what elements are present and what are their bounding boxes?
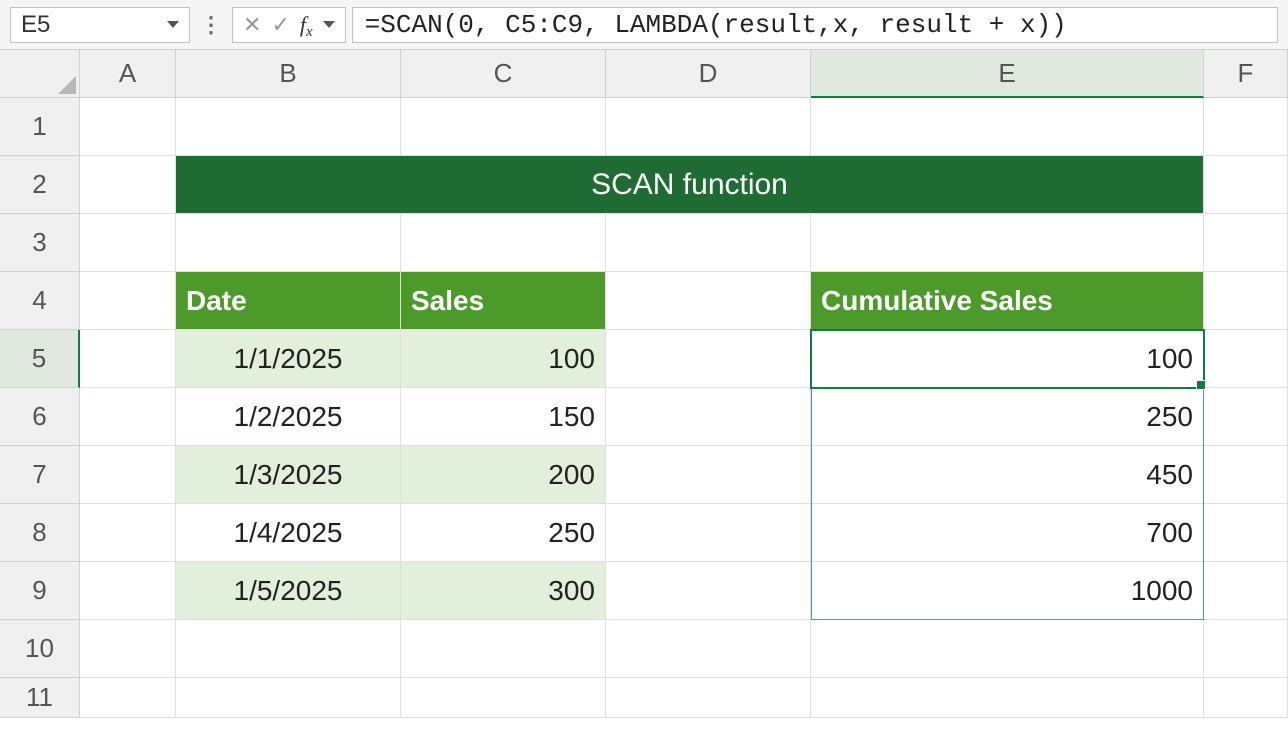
col-header-e[interactable]: E bbox=[811, 50, 1204, 98]
cell-b1[interactable] bbox=[176, 98, 401, 156]
header-cumulative[interactable]: Cumulative Sales bbox=[811, 272, 1204, 330]
cell-a5[interactable] bbox=[80, 330, 176, 388]
cell-a2[interactable] bbox=[80, 156, 176, 214]
formula-text: =SCAN(0, C5:C9, LAMBDA(result,x, result … bbox=[365, 10, 1067, 40]
cell-e9[interactable]: 1000 bbox=[811, 562, 1204, 620]
cell-a1[interactable] bbox=[80, 98, 176, 156]
cell-a6[interactable] bbox=[80, 388, 176, 446]
cell-d4[interactable] bbox=[606, 272, 811, 330]
cell-b3[interactable] bbox=[176, 214, 401, 272]
cell-a8[interactable] bbox=[80, 504, 176, 562]
cell-a3[interactable] bbox=[80, 214, 176, 272]
cell-b7[interactable]: 1/3/2025 bbox=[176, 446, 401, 504]
cell-f1[interactable] bbox=[1204, 98, 1288, 156]
cell-f3[interactable] bbox=[1204, 214, 1288, 272]
formula-bar: E5 ⋮ ✕ ✓ fx =SCAN(0, C5:C9, LAMBDA(resul… bbox=[0, 0, 1288, 50]
col-header-b[interactable]: B bbox=[176, 50, 401, 98]
header-date[interactable]: Date bbox=[176, 272, 401, 330]
cell-f7[interactable] bbox=[1204, 446, 1288, 504]
row-header-3[interactable]: 3 bbox=[0, 214, 80, 272]
cell-a7[interactable] bbox=[80, 446, 176, 504]
cell-a10[interactable] bbox=[80, 620, 176, 678]
row-header-8[interactable]: 8 bbox=[0, 504, 80, 562]
title-cell[interactable]: SCAN function bbox=[176, 156, 1204, 214]
spreadsheet-grid: A B C D E F 1 2 3 4 5 6 7 8 9 10 11 bbox=[0, 50, 1288, 728]
col-header-f[interactable]: F bbox=[1204, 50, 1288, 98]
cell-d5[interactable] bbox=[606, 330, 811, 388]
chevron-down-icon[interactable] bbox=[323, 21, 335, 28]
row-header-2[interactable]: 2 bbox=[0, 156, 80, 214]
formula-input[interactable]: =SCAN(0, C5:C9, LAMBDA(result,x, result … bbox=[352, 7, 1278, 43]
cell-b5[interactable]: 1/1/2025 bbox=[176, 330, 401, 388]
cancel-icon[interactable]: ✕ bbox=[243, 12, 261, 38]
row-header-9[interactable]: 9 bbox=[0, 562, 80, 620]
column-headers: A B C D E F bbox=[80, 50, 1288, 98]
cell-c9[interactable]: 300 bbox=[401, 562, 606, 620]
cell-reference: E5 bbox=[21, 11, 167, 39]
cell-d6[interactable] bbox=[606, 388, 811, 446]
cell-c1[interactable] bbox=[401, 98, 606, 156]
formula-controls: ✕ ✓ fx bbox=[232, 7, 346, 43]
fx-icon[interactable]: fx bbox=[300, 12, 313, 38]
cell-e3[interactable] bbox=[811, 214, 1204, 272]
cell-b8[interactable]: 1/4/2025 bbox=[176, 504, 401, 562]
row-header-11[interactable]: 11 bbox=[0, 678, 80, 718]
cell-c11[interactable] bbox=[401, 678, 606, 718]
cell-d10[interactable] bbox=[606, 620, 811, 678]
cell-e7[interactable]: 450 bbox=[811, 446, 1204, 504]
cell-d3[interactable] bbox=[606, 214, 811, 272]
row-header-1[interactable]: 1 bbox=[0, 98, 80, 156]
cell-e11[interactable] bbox=[811, 678, 1204, 718]
cell-f5[interactable] bbox=[1204, 330, 1288, 388]
row-header-7[interactable]: 7 bbox=[0, 446, 80, 504]
cell-d8[interactable] bbox=[606, 504, 811, 562]
cell-d11[interactable] bbox=[606, 678, 811, 718]
cell-c5[interactable]: 100 bbox=[401, 330, 606, 388]
cell-f9[interactable] bbox=[1204, 562, 1288, 620]
cell-c8[interactable]: 250 bbox=[401, 504, 606, 562]
cell-e8[interactable]: 700 bbox=[811, 504, 1204, 562]
cell-b6[interactable]: 1/2/2025 bbox=[176, 388, 401, 446]
row-header-10[interactable]: 10 bbox=[0, 620, 80, 678]
col-header-a[interactable]: A bbox=[80, 50, 176, 98]
cell-a4[interactable] bbox=[80, 272, 176, 330]
select-all-corner[interactable] bbox=[0, 50, 80, 98]
name-box[interactable]: E5 bbox=[10, 7, 190, 43]
header-sales[interactable]: Sales bbox=[401, 272, 606, 330]
cell-d7[interactable] bbox=[606, 446, 811, 504]
cell-c6[interactable]: 150 bbox=[401, 388, 606, 446]
cell-e10[interactable] bbox=[811, 620, 1204, 678]
cell-d9[interactable] bbox=[606, 562, 811, 620]
cell-b11[interactable] bbox=[176, 678, 401, 718]
chevron-down-icon[interactable] bbox=[167, 21, 179, 28]
accept-icon[interactable]: ✓ bbox=[271, 12, 289, 38]
cell-c3[interactable] bbox=[401, 214, 606, 272]
row-header-6[interactable]: 6 bbox=[0, 388, 80, 446]
col-header-d[interactable]: D bbox=[606, 50, 811, 98]
cell-c7[interactable]: 200 bbox=[401, 446, 606, 504]
col-header-c[interactable]: C bbox=[401, 50, 606, 98]
cell-f4[interactable] bbox=[1204, 272, 1288, 330]
cell-f10[interactable] bbox=[1204, 620, 1288, 678]
cell-e5[interactable]: 100 bbox=[811, 330, 1204, 388]
cell-f11[interactable] bbox=[1204, 678, 1288, 718]
cell-f8[interactable] bbox=[1204, 504, 1288, 562]
cell-c10[interactable] bbox=[401, 620, 606, 678]
cell-f6[interactable] bbox=[1204, 388, 1288, 446]
divider-icon: ⋮ bbox=[196, 12, 226, 38]
cell-e6[interactable]: 250 bbox=[811, 388, 1204, 446]
cell-a11[interactable] bbox=[80, 678, 176, 718]
cell-b10[interactable] bbox=[176, 620, 401, 678]
row-headers: 1 2 3 4 5 6 7 8 9 10 11 bbox=[0, 98, 80, 736]
row-header-5[interactable]: 5 bbox=[0, 330, 80, 388]
cell-f2[interactable] bbox=[1204, 156, 1288, 214]
cell-e1[interactable] bbox=[811, 98, 1204, 156]
cell-b9[interactable]: 1/5/2025 bbox=[176, 562, 401, 620]
cells-area[interactable]: SCAN function Date Sales Cumulative Sale… bbox=[80, 98, 1288, 736]
cell-a9[interactable] bbox=[80, 562, 176, 620]
cell-d1[interactable] bbox=[606, 98, 811, 156]
row-header-4[interactable]: 4 bbox=[0, 272, 80, 330]
